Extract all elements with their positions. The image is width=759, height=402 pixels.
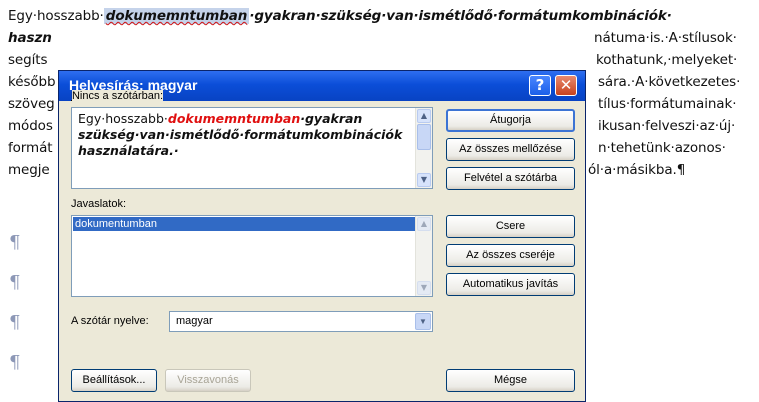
not-in-dictionary-textbox[interactable]: Egy·hosszabb·dokumemntumban·gyakran szük…	[71, 107, 433, 189]
change-all-button[interactable]: Az összes cseréje	[446, 244, 575, 267]
language-label: A szótár nyelve:	[71, 315, 149, 327]
chevron-down-icon[interactable]: ▼	[415, 313, 431, 330]
pilcrow-mark: ¶	[9, 232, 21, 253]
options-button[interactable]: Beállítások...	[71, 369, 157, 392]
misspelled-word: dokumemntumban	[103, 8, 250, 24]
suggestions-listbox[interactable]: dokumentumban ▲ ▼	[71, 215, 433, 297]
doc-line-6-right: ikusan·felveszi·az·új·	[598, 118, 736, 134]
pilcrow-mark: ¶	[9, 312, 21, 333]
language-select[interactable]: magyar ▼	[169, 311, 433, 332]
doc-line-3-left: segíts	[8, 52, 48, 68]
doc-line-7-right: n·tehetünk·azonos·	[598, 140, 726, 156]
help-icon[interactable]: ?	[529, 75, 551, 96]
sentence-text: Egy·hosszabb·dokumemntumban·gyakran szük…	[78, 111, 418, 159]
doc-line-5-left: szöveg	[8, 96, 55, 112]
scroll-down-icon[interactable]: ▼	[417, 173, 431, 187]
doc-line-8-left: megje	[8, 162, 50, 178]
pilcrow-mark: ¶	[9, 352, 21, 373]
spelling-dialog: Helyesírás: magyar ? ✕ NNincs a szótárba…	[58, 70, 586, 402]
error-word: dokumemntumban	[167, 111, 301, 126]
vertical-scrollbar[interactable]: ▲ ▼	[415, 216, 432, 296]
doc-line-6-left: módos	[8, 118, 53, 134]
add-to-dictionary-button[interactable]: Felvétel a szótárba	[446, 167, 575, 190]
scroll-up-icon[interactable]: ▲	[417, 109, 431, 123]
change-button[interactable]: Csere	[446, 215, 575, 238]
ignore-all-button[interactable]: Az összes mellőzése	[446, 138, 575, 161]
doc-line-7-left: formát	[8, 140, 53, 156]
pilcrow-mark: ¶	[9, 272, 21, 293]
doc-line-4-right: sára.·A·következetes·	[598, 74, 741, 90]
scroll-down-icon[interactable]: ▼	[417, 281, 431, 295]
suggestions-label: Javaslatok:	[71, 198, 127, 210]
cancel-button[interactable]: Mégse	[446, 369, 575, 392]
vertical-scrollbar[interactable]: ▲ ▼	[415, 108, 432, 188]
scroll-thumb[interactable]	[417, 124, 431, 150]
doc-text: Egy·hosszabb·	[8, 8, 104, 24]
language-value: magyar	[176, 315, 213, 327]
scroll-up-icon[interactable]: ▲	[417, 217, 431, 231]
undo-button[interactable]: Visszavonás	[165, 369, 251, 392]
doc-line-5-right: tílus·formátumainak·	[598, 96, 737, 112]
label-text: Nincs a szótárban:	[71, 90, 164, 102]
autocorrect-button[interactable]: Automatikus javítás	[446, 273, 575, 296]
doc-line-2-right: nátuma·is.·A·stílusok·	[594, 30, 737, 46]
suggestion-item[interactable]: dokumentumban	[73, 217, 418, 231]
doc-line-8-right: ól·a·másikba.¶	[588, 162, 686, 178]
doc-line-1: Egy·hosszabb· dokumemntumban ·gyakran·szük…	[8, 8, 672, 24]
ignore-once-button[interactable]: Átugorja	[446, 109, 575, 132]
sentence-pre: Egy·hosszabb·	[78, 111, 168, 126]
close-icon[interactable]: ✕	[555, 75, 577, 96]
doc-text: ·gyakran·szükség·van·ismétlődő·formátumk…	[249, 8, 672, 24]
not-in-dictionary-label: NNincs a szótárban:	[71, 90, 164, 102]
doc-line-3-right: kothatunk,·melyeket·	[596, 52, 738, 68]
doc-line-2-left: haszn	[8, 30, 52, 46]
doc-line-4-left: később	[8, 74, 56, 90]
